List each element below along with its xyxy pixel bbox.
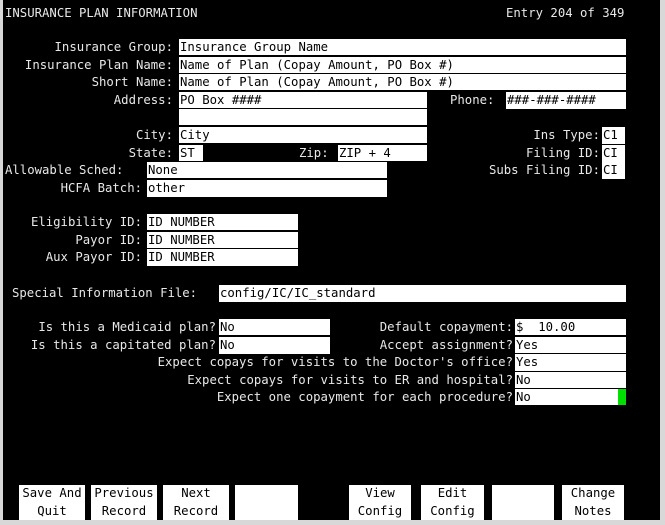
copays-er-field[interactable]: No xyxy=(515,372,626,389)
edit-config-button[interactable]: Edit Config xyxy=(421,485,484,520)
allowable-sched-label: Allowable Sched: xyxy=(5,163,124,177)
entry-status: Entry 204 of 349 xyxy=(506,6,625,20)
address-label: Address: xyxy=(113,93,173,107)
ins-type-label: Ins Type: xyxy=(533,128,600,142)
copays-doctor-label: Expect copays for visits to the Doctor's… xyxy=(157,355,513,369)
insurance-group-label: Insurance Group: xyxy=(54,40,173,54)
address-line2-field[interactable] xyxy=(179,109,427,126)
terminal-screen: INSURANCE PLAN INFORMATION Entry 204 of … xyxy=(3,0,660,520)
subs-filing-id-label: Subs Filing ID: xyxy=(488,163,600,177)
capitated-plan-label: Is this a capitated plan? xyxy=(30,338,216,352)
payor-id-label: Payor ID: xyxy=(75,233,142,247)
default-copayment-field[interactable]: $ 10.00 xyxy=(515,319,626,336)
save-and-quit-button[interactable]: Save And Quit xyxy=(19,485,85,520)
state-label: State: xyxy=(128,146,173,160)
accept-assignment-label: Accept assignment? xyxy=(379,338,513,352)
next-record-button[interactable]: Next Record xyxy=(163,485,229,520)
short-name-field[interactable]: Name of Plan (Copay Amount, PO Box #) xyxy=(179,74,626,91)
text-cursor xyxy=(618,389,626,405)
eligibility-id-label: Eligibility ID: xyxy=(30,215,142,229)
filing-id-field[interactable]: CI xyxy=(602,145,625,162)
accept-assignment-field[interactable]: Yes xyxy=(515,337,626,354)
copays-er-label: Expect copays for visits to ER and hospi… xyxy=(187,373,513,387)
medicaid-plan-label: Is this a Medicaid plan? xyxy=(38,320,216,334)
city-field[interactable]: City xyxy=(179,127,427,144)
medicaid-plan-field[interactable]: No xyxy=(219,319,330,336)
insurance-plan-name-label: Insurance Plan Name: xyxy=(24,58,173,72)
copays-doctor-field[interactable]: Yes xyxy=(515,354,626,371)
hcfa-batch-field[interactable]: other xyxy=(147,180,387,197)
eligibility-id-field[interactable]: ID NUMBER xyxy=(147,214,298,231)
special-info-file-field[interactable]: config/IC/IC_standard xyxy=(219,285,626,302)
function-key-4-button[interactable] xyxy=(235,485,298,520)
copay-each-procedure-label: Expect one copayment for each procedure? xyxy=(216,390,513,404)
hcfa-batch-label: HCFA Batch: xyxy=(60,181,142,195)
city-label: City: xyxy=(135,128,173,142)
aux-payor-id-field[interactable]: ID NUMBER xyxy=(147,249,298,266)
change-notes-button[interactable]: Change Notes xyxy=(562,485,624,520)
insurance-plan-name-field[interactable]: Name of Plan (Copay Amount, PO Box #) xyxy=(179,57,626,74)
capitated-plan-field[interactable]: No xyxy=(219,337,330,354)
state-field[interactable]: ST xyxy=(179,145,203,162)
filing-id-label: Filing ID: xyxy=(525,146,600,160)
zip-field[interactable]: ZIP + 4 xyxy=(338,145,427,162)
function-key-7-button[interactable] xyxy=(492,485,554,520)
copay-each-procedure-field[interactable]: No xyxy=(515,389,626,406)
screen-title: INSURANCE PLAN INFORMATION xyxy=(5,6,198,20)
phone-field[interactable]: ###-###-#### xyxy=(506,92,626,109)
payor-id-field[interactable]: ID NUMBER xyxy=(147,232,298,249)
default-copayment-label: Default copayment: xyxy=(379,320,513,334)
special-info-file-label: Special Information File: xyxy=(12,286,198,300)
previous-record-button[interactable]: Previous Record xyxy=(91,485,157,520)
ins-type-field[interactable]: C1 xyxy=(602,127,625,144)
insurance-group-field[interactable]: Insurance Group Name xyxy=(179,39,626,56)
view-config-button[interactable]: View Config xyxy=(349,485,411,520)
allowable-sched-field[interactable]: None xyxy=(147,162,387,179)
short-name-label: Short Name: xyxy=(91,75,173,89)
phone-label: Phone: xyxy=(450,93,495,107)
address-line1-field[interactable]: PO Box #### xyxy=(179,92,427,109)
zip-label: Zip: xyxy=(299,146,329,160)
subs-filing-id-field[interactable]: CI xyxy=(602,162,625,179)
aux-payor-id-label: Aux Payor ID: xyxy=(45,250,142,264)
